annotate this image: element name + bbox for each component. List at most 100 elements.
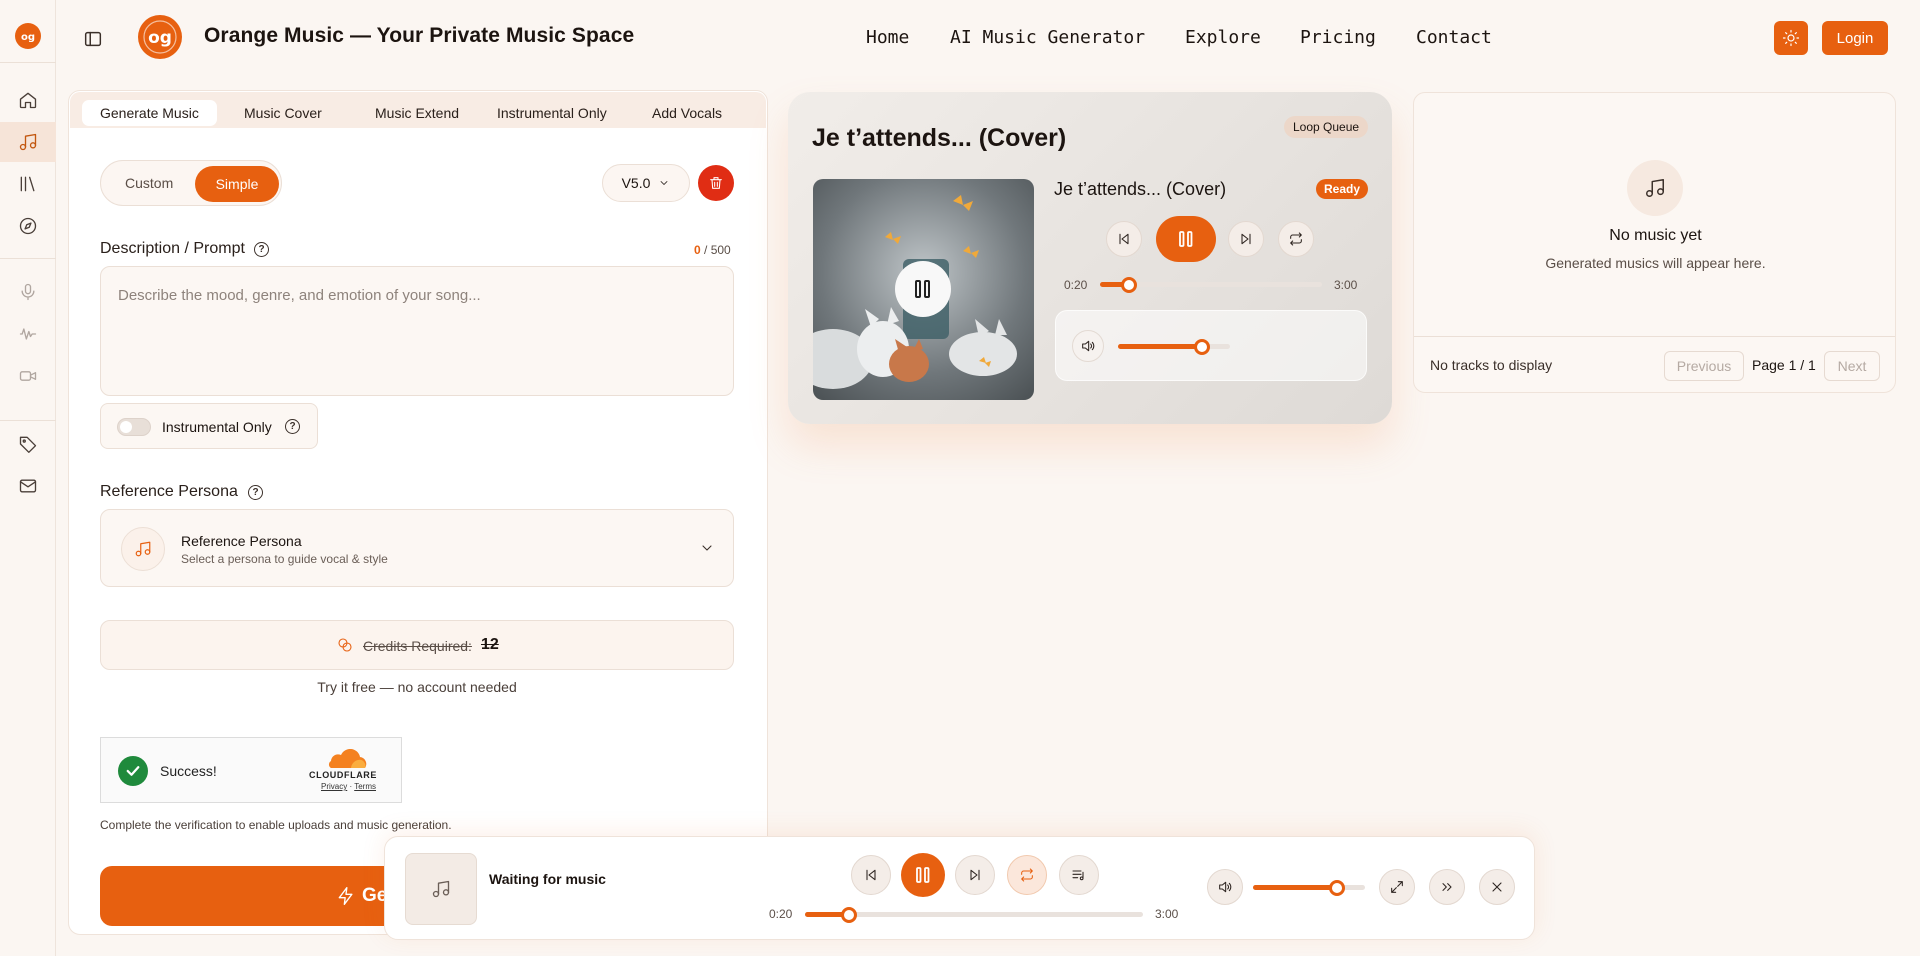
pause-icon bbox=[915, 280, 930, 298]
instrumental-toggle-row: Instrumental Only ? bbox=[100, 403, 318, 449]
bottom-progress-knob[interactable] bbox=[840, 907, 857, 923]
skip-forward-icon bbox=[1241, 233, 1251, 245]
instrumental-help-icon[interactable]: ? bbox=[285, 419, 300, 434]
help-icon[interactable]: ? bbox=[254, 242, 269, 257]
left-rail: og bbox=[0, 0, 56, 956]
artwork-pause-button[interactable] bbox=[895, 261, 951, 317]
music-note-icon bbox=[1627, 160, 1683, 216]
repeat-icon bbox=[1021, 868, 1033, 882]
play-pause-button[interactable] bbox=[1156, 216, 1216, 262]
char-count: 0 bbox=[694, 243, 701, 257]
close-button[interactable] bbox=[1479, 869, 1515, 905]
bottom-repeat-button[interactable] bbox=[1007, 855, 1047, 895]
loop-queue-badge[interactable]: Loop Queue bbox=[1284, 116, 1369, 138]
volume-button[interactable] bbox=[1072, 330, 1104, 362]
instrumental-switch[interactable] bbox=[117, 418, 151, 436]
tab-music-cover[interactable]: Music Cover bbox=[244, 100, 322, 126]
version-select[interactable]: V5.0 bbox=[602, 164, 690, 202]
bottom-volume-button[interactable] bbox=[1207, 869, 1243, 905]
tab-instrumental-only[interactable]: Instrumental Only bbox=[497, 100, 607, 126]
close-icon bbox=[1492, 882, 1502, 892]
card-volume-knob[interactable] bbox=[1194, 339, 1210, 355]
queue-button[interactable] bbox=[1059, 855, 1099, 895]
theme-toggle-button[interactable] bbox=[1774, 21, 1808, 55]
chevron-down-icon bbox=[661, 181, 668, 185]
library-panel: No music yet Generated musics will appea… bbox=[1413, 92, 1896, 393]
home-icon[interactable] bbox=[14, 86, 42, 114]
privacy-link[interactable]: Privacy bbox=[321, 782, 347, 791]
pause-icon bbox=[1179, 231, 1193, 247]
waveform-icon[interactable] bbox=[14, 320, 42, 348]
volume-panel bbox=[1055, 310, 1367, 381]
bottom-volume-fill bbox=[1253, 885, 1337, 890]
video-icon[interactable] bbox=[14, 362, 42, 390]
mode-custom-button[interactable]: Custom bbox=[125, 175, 173, 191]
svg-text:og: og bbox=[148, 28, 172, 48]
nav-pricing[interactable]: Pricing bbox=[1300, 27, 1376, 48]
microphone-icon[interactable] bbox=[14, 278, 42, 306]
queue-list-icon bbox=[1072, 870, 1084, 881]
card-volume-track[interactable] bbox=[1118, 344, 1230, 349]
verify-note: Complete the verification to enable uplo… bbox=[100, 818, 452, 832]
library-icon[interactable] bbox=[14, 170, 42, 198]
page-indicator: Page 1 / 1 bbox=[1752, 357, 1816, 373]
mode-simple-button[interactable]: Simple bbox=[195, 166, 279, 202]
prompt-input[interactable]: Describe the mood, genre, and emotion of… bbox=[100, 266, 734, 396]
login-button[interactable]: Login bbox=[1822, 21, 1888, 55]
nav-home[interactable]: Home bbox=[866, 27, 909, 48]
volume-icon bbox=[1219, 881, 1232, 893]
generator-tabs: Generate Music Music Cover Music Extend … bbox=[70, 92, 766, 128]
bottom-play-pause-button[interactable] bbox=[901, 853, 945, 897]
logo-icon[interactable]: og bbox=[14, 22, 42, 50]
captcha-widget[interactable]: Success! CLOUDFLARE Privacy · Terms bbox=[100, 737, 402, 803]
bottom-time-current: 0:20 bbox=[769, 907, 793, 921]
previous-page-button[interactable]: Previous bbox=[1664, 351, 1744, 381]
card-volume-fill bbox=[1118, 344, 1202, 349]
bottom-volume-knob[interactable] bbox=[1329, 880, 1345, 896]
previous-button[interactable] bbox=[1106, 221, 1142, 257]
char-counter: 0 / 500 bbox=[694, 243, 731, 257]
expand-button[interactable] bbox=[1379, 869, 1415, 905]
nav-explore[interactable]: Explore bbox=[1185, 27, 1261, 48]
credits-label: Credits Required: bbox=[363, 638, 472, 654]
next-page-button[interactable]: Next bbox=[1824, 351, 1880, 381]
mode-toggle: Custom Simple bbox=[100, 160, 282, 206]
svg-text:og: og bbox=[21, 32, 35, 43]
page-title: Orange Music — Your Private Music Space bbox=[204, 24, 635, 47]
collapse-button[interactable] bbox=[1429, 869, 1465, 905]
bottom-volume-track[interactable] bbox=[1253, 885, 1365, 890]
bottom-next-button[interactable] bbox=[955, 855, 995, 895]
chevrons-right-icon bbox=[1442, 883, 1452, 891]
delete-button[interactable] bbox=[698, 165, 734, 201]
album-artwork[interactable] bbox=[813, 179, 1034, 400]
char-max: / 500 bbox=[704, 243, 731, 257]
compass-icon[interactable] bbox=[14, 212, 42, 240]
card-progress-knob[interactable] bbox=[1120, 277, 1137, 293]
nav-ai-music-generator[interactable]: AI Music Generator bbox=[950, 27, 1145, 48]
description-label: Description / Prompt bbox=[100, 240, 245, 257]
tab-generate-music[interactable]: Generate Music bbox=[82, 100, 217, 126]
persona-select[interactable]: Reference Persona Select a persona to gu… bbox=[100, 509, 734, 587]
bottom-previous-button[interactable] bbox=[851, 855, 891, 895]
cloud-icon bbox=[323, 749, 367, 769]
trash-icon bbox=[710, 177, 722, 189]
cloudflare-logo: CLOUDFLARE bbox=[309, 770, 377, 780]
repeat-button[interactable] bbox=[1278, 221, 1314, 257]
tab-add-vocals[interactable]: Add Vocals bbox=[652, 100, 722, 126]
tag-icon[interactable] bbox=[14, 430, 42, 458]
link-separator: · bbox=[349, 782, 353, 791]
brand-logo[interactable]: og bbox=[138, 15, 182, 59]
tab-music-extend[interactable]: Music Extend bbox=[375, 100, 459, 126]
sidebar-toggle-icon[interactable] bbox=[82, 28, 104, 50]
captcha-links: Privacy · Terms bbox=[321, 782, 376, 791]
next-button[interactable] bbox=[1228, 221, 1264, 257]
bottom-status: Waiting for music bbox=[489, 871, 606, 887]
mail-icon[interactable] bbox=[14, 472, 42, 500]
persona-help-icon[interactable]: ? bbox=[248, 485, 263, 500]
music-note-icon bbox=[121, 527, 165, 571]
empty-subtitle: Generated musics will appear here. bbox=[1545, 255, 1766, 271]
lightning-icon bbox=[336, 886, 356, 906]
nav-contact[interactable]: Contact bbox=[1416, 27, 1492, 48]
music-note-icon[interactable] bbox=[14, 128, 42, 156]
terms-link[interactable]: Terms bbox=[354, 782, 376, 791]
